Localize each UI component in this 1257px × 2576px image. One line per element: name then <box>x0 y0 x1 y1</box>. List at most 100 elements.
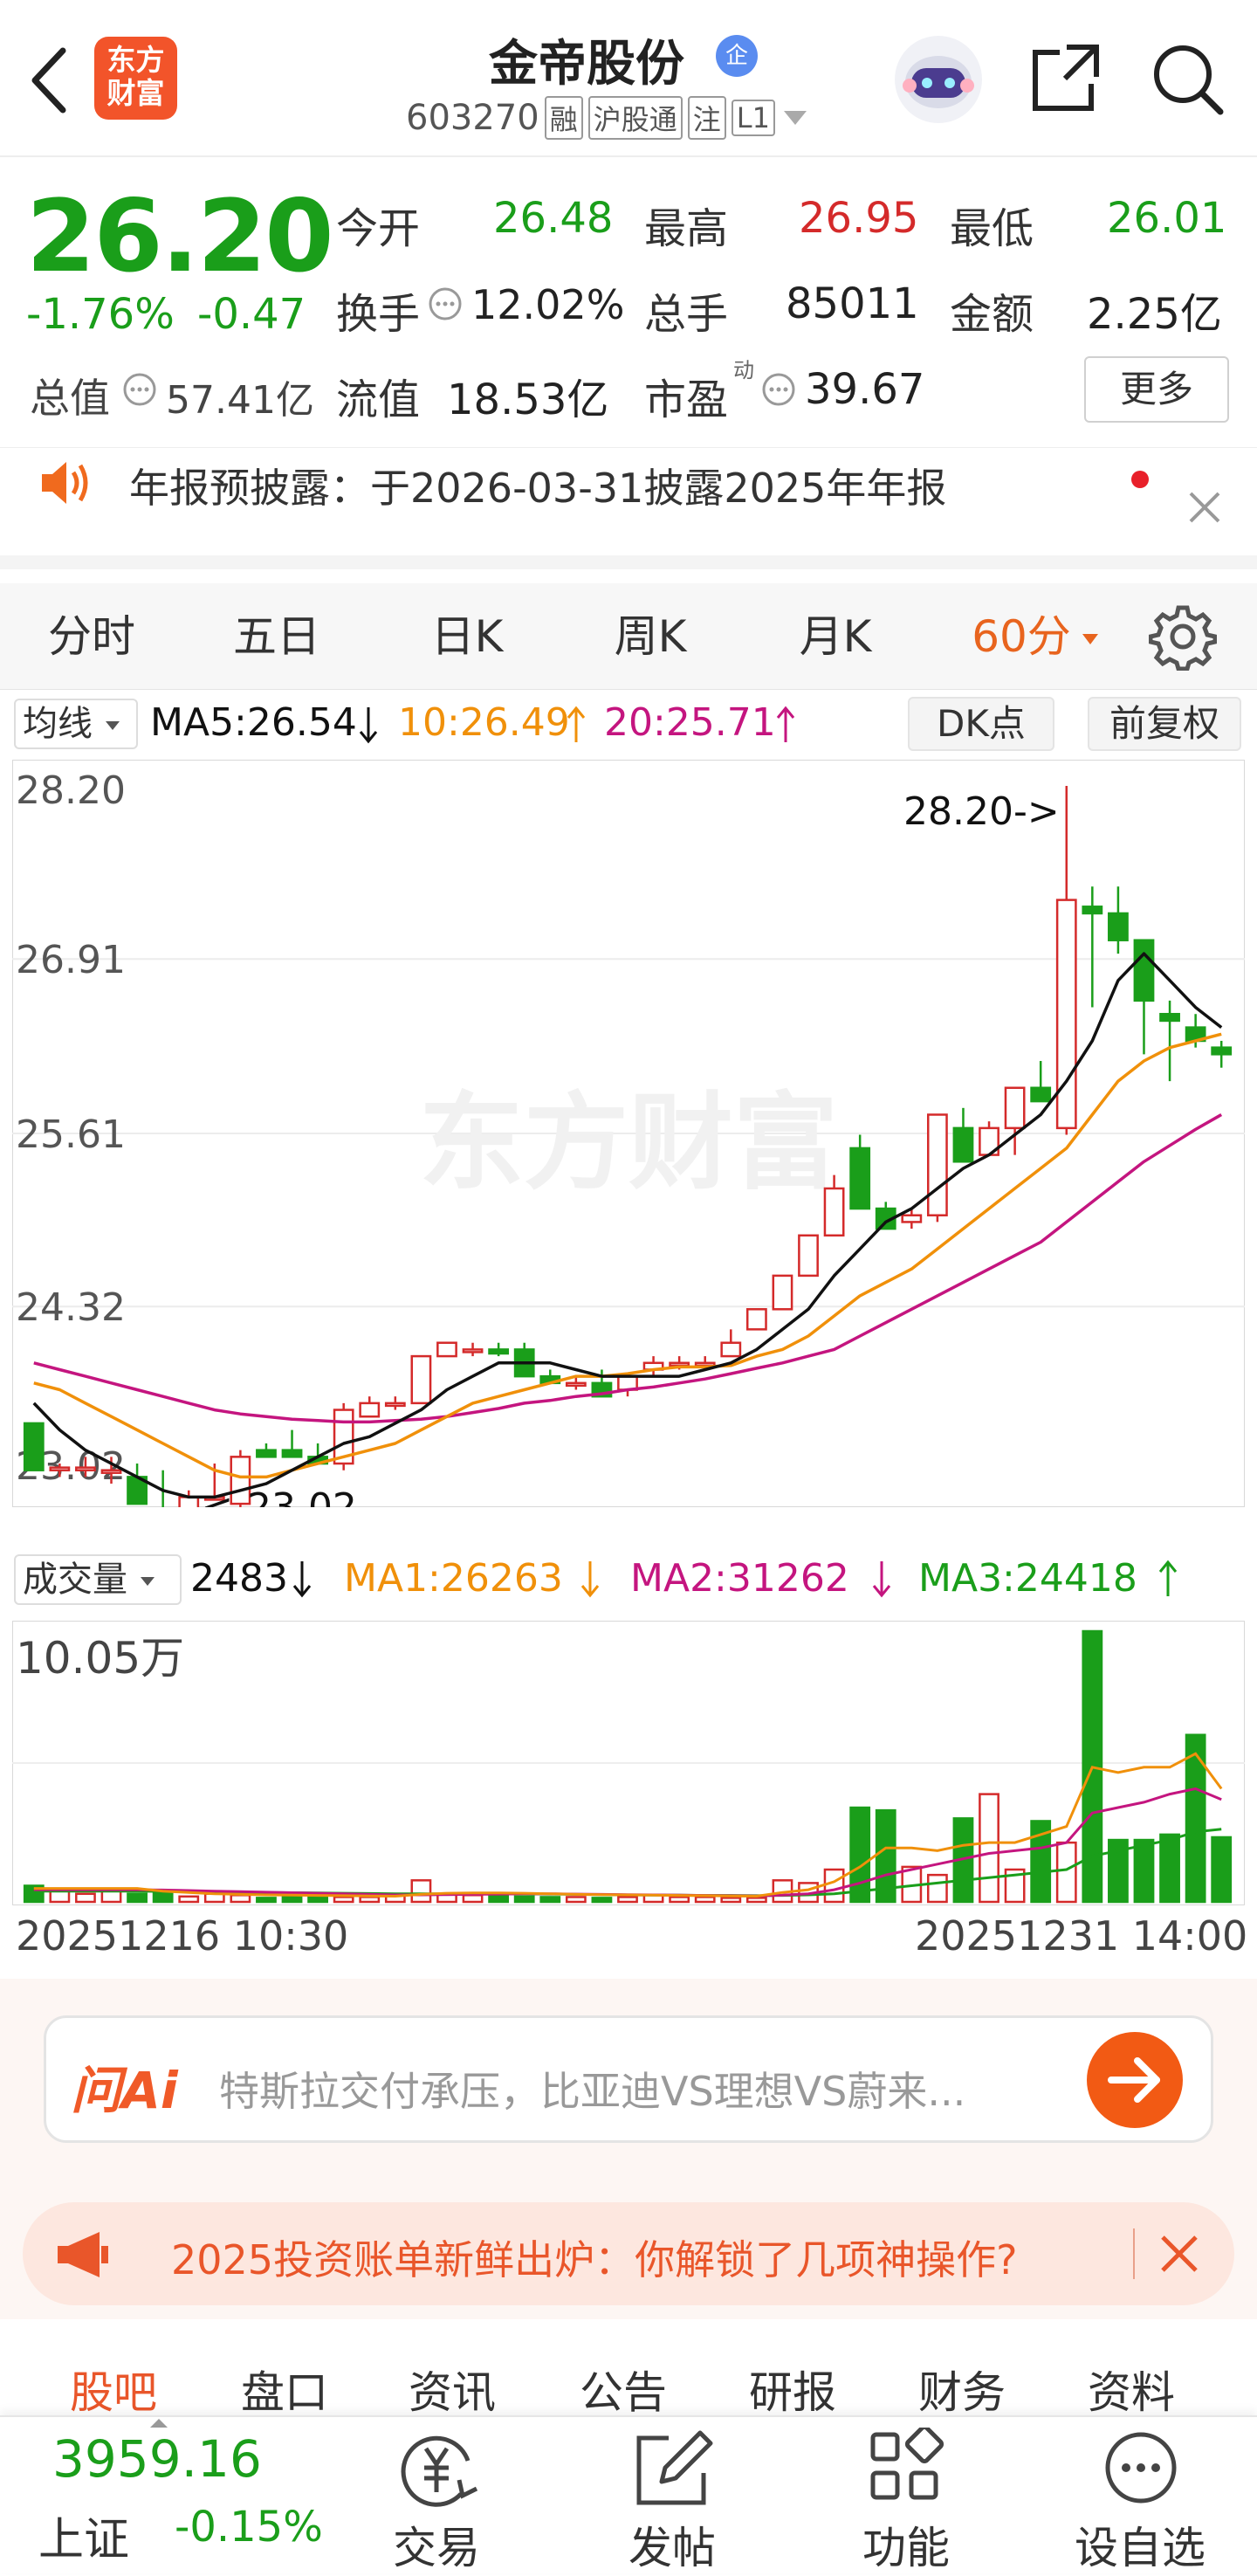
more-dots-icon[interactable] <box>1093 2428 1189 2515</box>
apps-grid-icon[interactable] <box>859 2428 955 2515</box>
tab-guba[interactable]: 股吧 <box>70 2358 157 2421</box>
post-edit-icon[interactable] <box>625 2428 721 2515</box>
volume-bar <box>513 1895 535 1904</box>
functions-label[interactable]: 功能 <box>819 2513 993 2576</box>
tab-weekly[interactable]: 周K <box>576 583 725 690</box>
candle-body <box>745 1308 767 1331</box>
post-label[interactable]: 发帖 <box>585 2513 759 2576</box>
promo-banner[interactable]: 2025投资账单新鲜出炉：你解锁了几项神操作? <box>23 2202 1234 2305</box>
volume-axis-label: 10.05万 <box>16 1633 184 1684</box>
volume-bar <box>591 1897 613 1904</box>
volume-bar <box>49 1890 71 1904</box>
price-tick-label: 24.32 <box>16 1285 126 1330</box>
megaphone-icon <box>58 2232 108 2277</box>
vol-ma2-value: MA2:31262 <box>630 1556 849 1601</box>
trade-yuan-icon[interactable] <box>389 2428 485 2515</box>
logo-line-1: 东方 <box>106 43 165 77</box>
max-price-label: 28.20-> <box>903 789 1060 834</box>
candle-body <box>1211 1046 1233 1056</box>
candle-body <box>669 1361 690 1367</box>
adjust-button[interactable]: 前复权 <box>1088 697 1241 751</box>
volume-bar <box>565 1896 587 1904</box>
volume-bar <box>230 1894 251 1904</box>
enterprise-badge: 企 <box>716 35 758 77</box>
pe-dynamic-mark: 动 <box>733 358 754 382</box>
tab-five-day[interactable]: 五日 <box>203 583 351 690</box>
watermark: 东方财富 <box>419 1083 838 1204</box>
index-value[interactable]: 3959.16 <box>52 2429 262 2489</box>
close-icon[interactable] <box>1157 2232 1201 2276</box>
caret-up-icon <box>150 2419 168 2428</box>
close-icon[interactable] <box>1185 488 1224 527</box>
quote-panel: 26.20 -1.76% -0.47 今开 26.48 最高 26.95 最低 … <box>0 159 1257 447</box>
candle-body <box>49 1466 71 1471</box>
kline-period-tabs: 分时 五日 日K 周K 月K 60分 <box>0 583 1257 690</box>
vol-ma1-value: MA1:26263 <box>344 1556 563 1601</box>
price-chart[interactable]: 东方财富 28.2026.9125.6124.3223.02 28.20-><-… <box>12 760 1245 1507</box>
volume-bar <box>152 1891 174 1904</box>
ma-selector[interactable]: 均线 <box>14 699 138 749</box>
volume-bar <box>1159 1833 1180 1904</box>
turnover-label: 换手 <box>336 290 421 339</box>
tab-daily[interactable]: 日K <box>393 583 541 690</box>
candle-body <box>952 1126 974 1163</box>
back-icon[interactable] <box>26 45 70 115</box>
x-axis-start: 20251216 10:30 <box>16 1912 349 1960</box>
candle-body <box>178 1496 200 1507</box>
tab-news[interactable]: 资讯 <box>409 2358 496 2421</box>
tab-orderbook[interactable]: 盘口 <box>241 2358 328 2421</box>
volume-selector-label: 成交量 <box>23 1560 127 1600</box>
tab-60min[interactable]: 60分 <box>960 583 1082 690</box>
volume-bar <box>359 1896 381 1904</box>
volume-bar <box>1133 1838 1155 1904</box>
tab-finance[interactable]: 财务 <box>918 2358 1006 2421</box>
tab-profile[interactable]: 资料 <box>1088 2358 1175 2421</box>
volume-bar <box>307 1896 329 1904</box>
info-icon[interactable] <box>122 372 157 407</box>
search-icon[interactable] <box>1151 42 1226 117</box>
more-button[interactable]: 更多 <box>1084 356 1229 423</box>
dropdown-icon[interactable] <box>780 107 810 128</box>
dk-point-button[interactable]: DK点 <box>908 697 1054 751</box>
info-icon[interactable] <box>428 286 463 321</box>
info-icon[interactable] <box>761 372 796 407</box>
bottom-toolbar: 3959.16 上证 -0.15% 交易 发帖 功能 设自选 <box>0 2415 1257 2573</box>
price-tick-label: 25.61 <box>16 1112 126 1157</box>
volume-bar <box>669 1896 690 1904</box>
tab-monthly[interactable]: 月K <box>761 583 910 690</box>
robot-assistant-icon[interactable] <box>892 33 985 126</box>
volume-selector[interactable]: 成交量 <box>14 1554 182 1605</box>
kline-chart-area: 均线 MA5:26.54 10:26.49 20:25.71 DK点 前复权 东… <box>0 690 1257 1973</box>
index-change: -0.15% <box>175 2503 323 2552</box>
tag-connect: 沪股通 <box>587 96 683 140</box>
change-amount: -0.47 <box>197 290 306 339</box>
ai-placeholder: 特斯拉交付承压，比亚迪VS理想VS蔚来... <box>219 2068 966 2115</box>
volume-bar <box>333 1896 354 1904</box>
tag-margin: 融 <box>544 96 583 140</box>
candle-body <box>901 1214 923 1223</box>
tab-intraday[interactable]: 分时 <box>17 583 166 690</box>
candle-body <box>1030 1086 1052 1103</box>
gear-icon[interactable] <box>1149 603 1217 671</box>
volume-current: 2483 <box>190 1556 288 1601</box>
arrow-right-icon[interactable] <box>1085 2030 1185 2130</box>
arrow-down-icon <box>580 1561 600 1598</box>
ma10-value: 10:26.49 <box>398 700 570 745</box>
low-value: 26.01 <box>1107 194 1227 243</box>
ai-search-box[interactable]: 问Ai 特斯拉交付承压，比亚迪VS理想VS蔚来... <box>44 2015 1213 2143</box>
tab-research[interactable]: 研报 <box>749 2358 836 2421</box>
high-value: 26.95 <box>799 194 919 243</box>
share-icon[interactable] <box>1030 42 1102 114</box>
tab-announcements[interactable]: 公告 <box>580 2358 667 2421</box>
divider <box>1133 2228 1135 2279</box>
turnover-value: 12.02% <box>471 281 625 328</box>
candle-body <box>565 1381 587 1388</box>
candle-body <box>100 1469 122 1474</box>
add-watchlist-label[interactable]: 设自选 <box>1053 2513 1227 2576</box>
ai-section: 问Ai 特斯拉交付承压，比亚迪VS理想VS蔚来... 2025投资账单新鲜出炉：… <box>0 1979 1257 2319</box>
volume-bar <box>256 1897 277 1904</box>
amount-label: 金额 <box>950 290 1034 339</box>
announcement-bar[interactable]: 年报预披露：于2026-03-31披露2025年年报 <box>0 447 1257 569</box>
trade-label[interactable]: 交易 <box>349 2513 524 2576</box>
volume-chart[interactable]: 10.05万 <box>12 1621 1245 1905</box>
